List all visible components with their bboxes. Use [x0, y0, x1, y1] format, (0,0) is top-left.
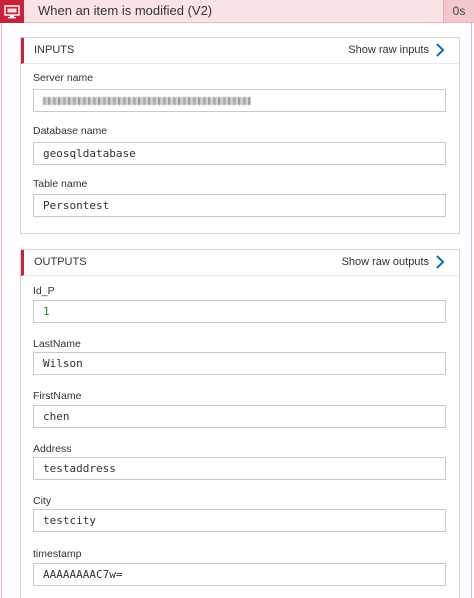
outputs-header: OUTPUTS Show raw outputs — [21, 250, 459, 276]
lastname-field: Wilson — [33, 352, 446, 375]
show-raw-inputs-link[interactable]: Show raw inputs — [348, 44, 429, 56]
duration-badge: 0s — [443, 0, 474, 22]
outputs-section-label: OUTPUTS — [34, 256, 87, 268]
server-name-field — [33, 89, 446, 112]
chevron-right-icon[interactable] — [435, 43, 445, 57]
chevron-right-icon[interactable] — [435, 255, 445, 269]
table-name-field: Persontest — [33, 194, 446, 217]
timestamp-label: timestamp — [33, 548, 82, 560]
outputs-card: OUTPUTS Show raw outputs Id_P 1 LastName… — [20, 249, 460, 598]
city-field: testcity — [33, 509, 446, 532]
id-p-field: 1 — [33, 300, 446, 323]
inputs-section-label: INPUTS — [34, 44, 75, 56]
firstname-label: FirstName — [33, 390, 82, 402]
database-name-label: Database name — [33, 125, 108, 137]
show-raw-outputs-link[interactable]: Show raw outputs — [342, 256, 429, 268]
database-name-field: geosqldatabase — [33, 142, 446, 165]
firstname-field: chen — [33, 405, 446, 428]
inputs-header: INPUTS Show raw inputs — [21, 38, 459, 64]
city-label: City — [33, 495, 52, 507]
trigger-title: When an item is modified (V2) — [38, 3, 213, 18]
timestamp-field: AAAAAAAAC7w= — [33, 563, 446, 586]
sql-trigger-icon — [0, 0, 24, 23]
table-name-label: Table name — [33, 178, 88, 190]
address-field: testaddress — [33, 457, 446, 480]
redacted-value — [43, 97, 251, 105]
lastname-label: LastName — [33, 338, 81, 350]
server-name-label: Server name — [33, 72, 94, 84]
inputs-card: INPUTS Show raw inputs Server name Datab… — [20, 37, 460, 234]
address-label: Address — [33, 443, 72, 455]
id-p-label: Id_P — [33, 285, 55, 297]
trigger-header[interactable]: When an item is modified (V2) 0s — [0, 0, 474, 23]
